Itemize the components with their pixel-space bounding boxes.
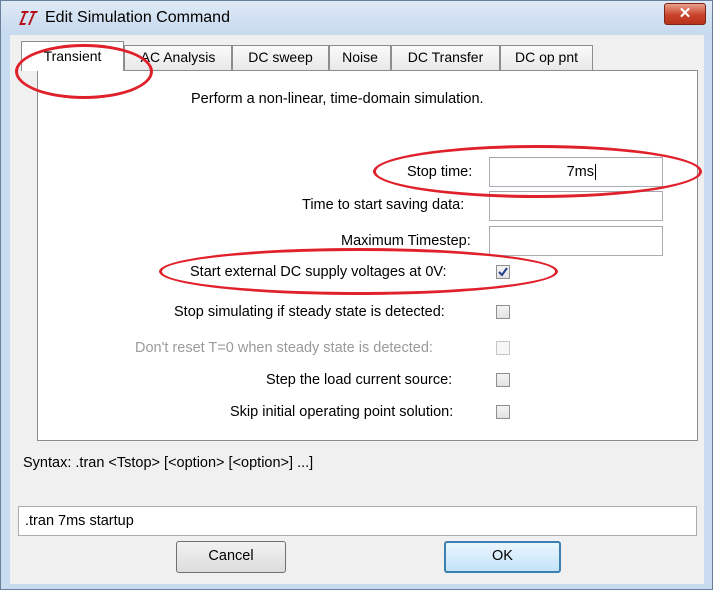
tab-ac-analysis[interactable]: AC Analysis xyxy=(124,45,232,70)
ltspice-logo-icon xyxy=(19,11,38,25)
step-load-current-checkbox[interactable] xyxy=(496,373,510,387)
tab-label: AC Analysis xyxy=(140,49,216,65)
close-icon: ✕ xyxy=(678,5,692,22)
option-label: Step the load current source: xyxy=(266,372,453,388)
stop-time-field[interactable]: 7ms xyxy=(489,157,663,187)
stop-time-value: 7ms xyxy=(566,164,594,180)
start-dc-at-zero-checkbox[interactable] xyxy=(496,265,510,279)
stop-time-label: Stop time: xyxy=(407,164,473,180)
tab-dc-op-pnt[interactable]: DC op pnt xyxy=(500,45,593,70)
tab-label: DC Transfer xyxy=(407,49,484,65)
tab-label: DC sweep xyxy=(248,49,313,65)
edit-simulation-dialog: Edit Simulation Command ✕ Transient AC A… xyxy=(0,0,713,590)
ok-button[interactable]: OK xyxy=(444,541,561,573)
start-saving-label: Time to start saving data: xyxy=(302,197,465,213)
tab-noise[interactable]: Noise xyxy=(329,45,391,70)
skip-op-point-checkbox[interactable] xyxy=(496,405,510,419)
syntax-hint: Syntax: .tran <Tstop> [<option> [<option… xyxy=(23,455,314,471)
tab-label: Transient xyxy=(43,48,102,64)
option-label: Stop simulating if steady state is detec… xyxy=(174,304,445,320)
command-line-value: .tran 7ms startup xyxy=(25,513,134,529)
close-button[interactable]: ✕ xyxy=(664,3,706,25)
checkmark-icon xyxy=(498,267,508,277)
stop-steady-state-checkbox[interactable] xyxy=(496,305,510,319)
tab-label: DC op pnt xyxy=(514,49,579,65)
max-timestep-label: Maximum Timestep: xyxy=(341,233,471,249)
title-bar[interactable]: Edit Simulation Command ✕ xyxy=(1,1,712,35)
window-title: Edit Simulation Command xyxy=(45,9,230,26)
tab-label: Noise xyxy=(342,49,378,65)
option-label: Don't reset T=0 when steady state is det… xyxy=(135,340,433,356)
tab-dc-sweep[interactable]: DC sweep xyxy=(232,45,329,70)
cancel-button[interactable]: Cancel xyxy=(176,541,286,573)
option-label: Start external DC supply voltages at 0V: xyxy=(190,264,447,280)
option-label: Skip initial operating point solution: xyxy=(230,404,454,420)
tab-transient[interactable]: Transient xyxy=(21,41,124,71)
cancel-label: Cancel xyxy=(208,548,254,564)
ok-label: OK xyxy=(492,548,513,564)
command-line-field[interactable]: .tran 7ms startup xyxy=(18,506,697,536)
max-timestep-field[interactable] xyxy=(489,226,663,256)
dont-reset-t0-checkbox[interactable] xyxy=(496,341,510,355)
panel-description: Perform a non-linear, time-domain simula… xyxy=(191,91,484,107)
start-saving-field[interactable] xyxy=(489,191,663,221)
tab-dc-transfer[interactable]: DC Transfer xyxy=(391,45,500,70)
